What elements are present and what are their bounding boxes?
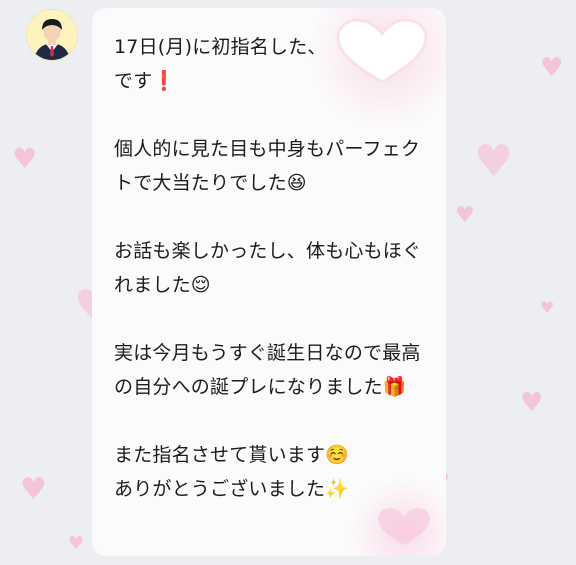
heart-icon: ♥	[12, 142, 38, 175]
heart-icon: ♥	[455, 203, 475, 228]
heart-icon: ♥	[540, 298, 555, 317]
avatar[interactable]	[26, 9, 78, 61]
heart-icon: ♥	[68, 533, 85, 554]
heart-icon: ♥	[540, 53, 564, 83]
message-bubble[interactable]: 17日(月)に初指名した、 です❗ 個人的に見た目も中身もパーフェクトで大当たり…	[92, 8, 446, 556]
businessman-avatar-icon	[27, 10, 77, 60]
heart-icon	[378, 508, 430, 545]
heart-icon: ♥	[20, 472, 47, 507]
message-text: 17日(月)に初指名した、 です❗ 個人的に見た目も中身もパーフェクトで大当たり…	[114, 36, 422, 500]
heart-icon: ♥	[520, 388, 544, 418]
heart-icon: ♥	[474, 136, 514, 187]
